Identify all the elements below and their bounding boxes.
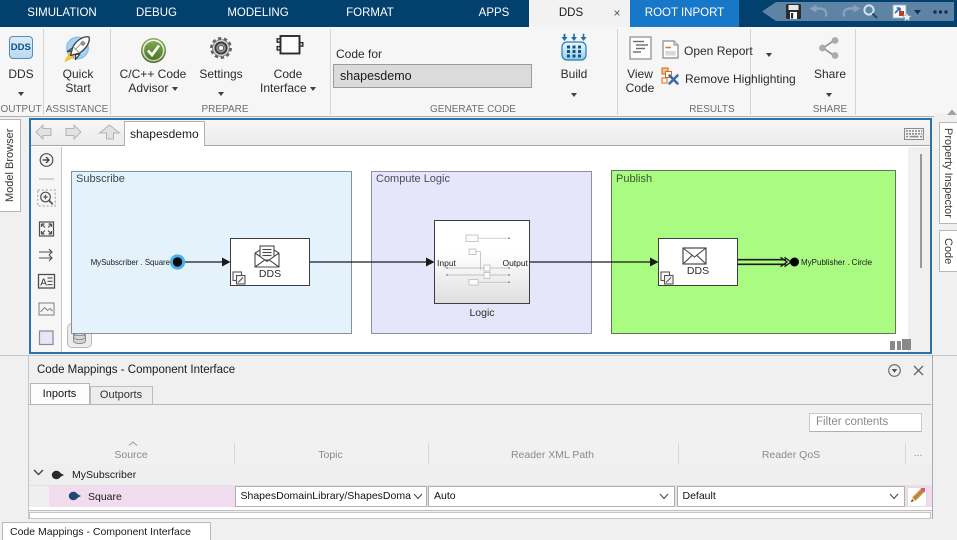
svg-text:A: A [40,278,47,289]
